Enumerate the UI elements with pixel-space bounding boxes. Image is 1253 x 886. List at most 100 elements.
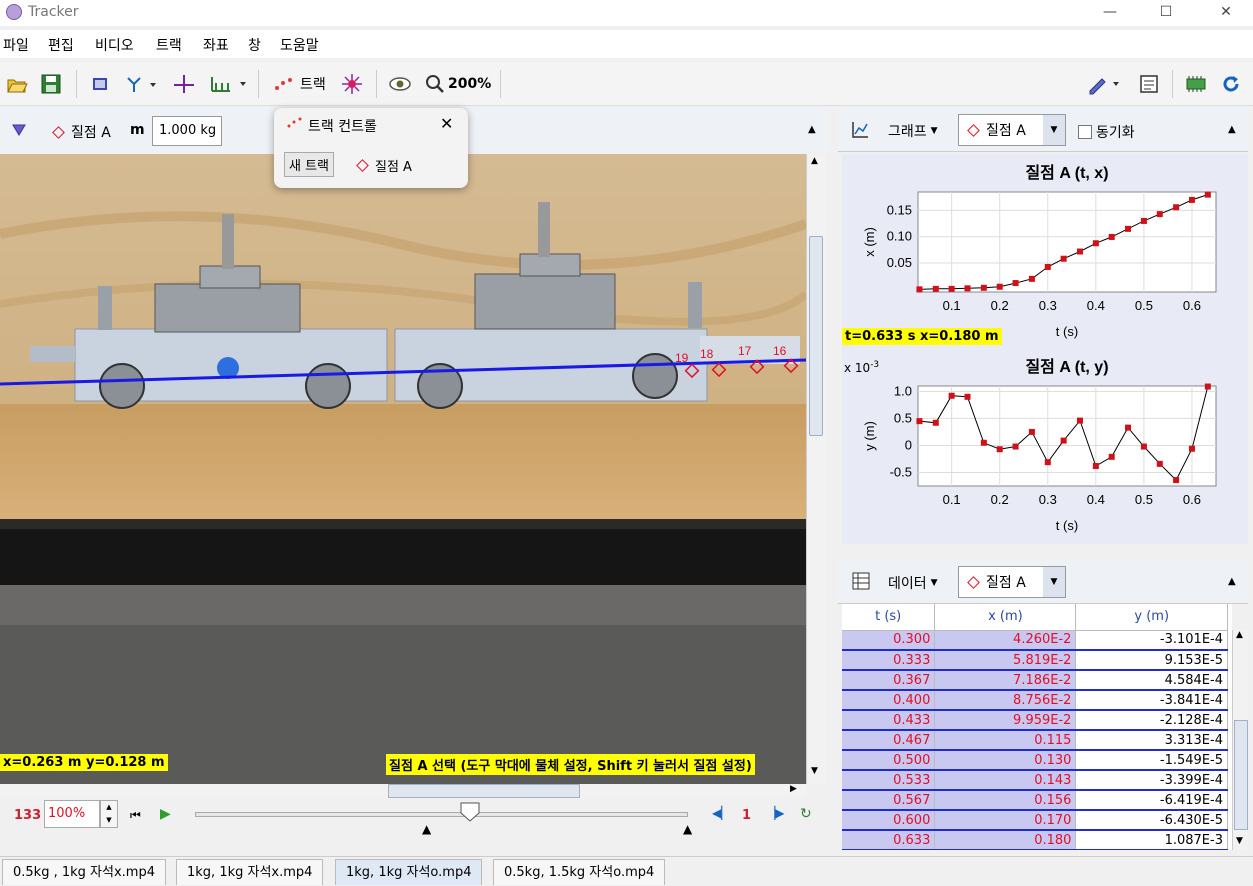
graph-icon[interactable] <box>850 120 870 144</box>
menu-video[interactable]: 비디오 <box>95 35 134 55</box>
data-point[interactable] <box>1012 443 1019 450</box>
cell-x[interactable]: 4.260E-2 <box>934 630 1077 651</box>
cell-x[interactable]: 0.143 <box>934 770 1077 791</box>
table-scrollbar[interactable]: ▲ ▼ <box>1232 630 1248 850</box>
collapse-arrow-icon[interactable]: ▲ <box>1228 576 1236 587</box>
save-icon[interactable] <box>40 72 62 96</box>
data-track-dropdown[interactable]: 질점 A ▼ <box>958 566 1066 598</box>
cell-x[interactable]: 0.115 <box>934 730 1077 751</box>
data-point[interactable] <box>1188 196 1195 203</box>
cell-x[interactable]: 0.180 <box>934 830 1077 850</box>
data-point[interactable] <box>1092 240 1099 247</box>
data-point[interactable] <box>1140 443 1147 450</box>
data-point[interactable] <box>1108 453 1115 460</box>
graph-area[interactable]: 질점 A (t, x) 0.1 0.2 0.3 0.4 0.5 0.6 0.05 0.10 0.1… <box>842 154 1248 544</box>
cell-y[interactable]: 4.584E-4 <box>1075 670 1228 691</box>
cell-y[interactable]: -6.419E-4 <box>1075 790 1228 811</box>
track-item-button[interactable]: 질점 A <box>354 156 412 175</box>
table-row[interactable]: 0.367 7.186E-2 4.584E-4 <box>842 670 1228 691</box>
data-point[interactable] <box>1076 417 1083 424</box>
file-tab-3[interactable]: 1kg, 1kg 자석o.mp4 <box>335 859 483 885</box>
video-horizontal-scrollbar[interactable]: ▶ <box>0 784 806 798</box>
file-tab-1[interactable]: 0.5kg , 1kg 자석x.mp4 <box>2 859 166 885</box>
cell-y[interactable]: -3.101E-4 <box>1075 630 1228 651</box>
auto-tracker-icon[interactable] <box>340 72 364 96</box>
data-point[interactable] <box>1204 191 1211 198</box>
cell-x[interactable]: 9.959E-2 <box>934 710 1077 731</box>
visibility-eye-icon[interactable] <box>388 72 412 96</box>
cell-t[interactable]: 0.533 <box>842 770 936 791</box>
cell-x[interactable]: 0.156 <box>934 790 1077 811</box>
new-track-button[interactable]: 새 트랙 <box>284 152 335 177</box>
cell-y[interactable]: -2.128E-4 <box>1075 710 1228 731</box>
table-row[interactable]: 0.567 0.156 -6.419E-4 <box>842 790 1228 811</box>
cell-x[interactable]: 5.819E-2 <box>934 650 1077 671</box>
menu-coords[interactable]: 좌표 <box>203 35 229 55</box>
playback-slider[interactable] <box>195 812 688 817</box>
data-point[interactable] <box>916 286 923 293</box>
open-icon[interactable] <box>6 72 28 96</box>
mass-field[interactable]: 1.000 kg <box>152 116 222 146</box>
data-view-dropdown[interactable]: 데이터 ▼ <box>888 573 938 593</box>
data-point[interactable] <box>964 285 971 292</box>
graph-view-dropdown[interactable]: 그래프 ▼ <box>888 121 938 141</box>
data-point[interactable] <box>948 285 955 292</box>
data-point[interactable] <box>1125 225 1132 232</box>
track-menu-icon[interactable] <box>12 124 26 140</box>
data-point[interactable] <box>1173 477 1180 484</box>
data-point[interactable] <box>1140 217 1147 224</box>
cell-t[interactable]: 0.467 <box>842 730 936 751</box>
menu-help[interactable]: 도움말 <box>280 35 319 55</box>
cell-t[interactable]: 0.433 <box>842 710 936 731</box>
cell-y[interactable]: -1.549E-5 <box>1075 750 1228 771</box>
data-point[interactable] <box>1108 233 1115 240</box>
close-button[interactable]: ✕ <box>1203 0 1249 26</box>
table-row[interactable]: 0.400 8.756E-2 -3.841E-4 <box>842 690 1228 711</box>
loop-icon[interactable]: ↻ <box>800 806 812 822</box>
data-point[interactable] <box>1204 383 1211 390</box>
data-point[interactable] <box>996 446 1003 453</box>
zoom-field[interactable]: 100% <box>44 800 100 828</box>
data-point[interactable] <box>1173 204 1180 211</box>
data-point[interactable] <box>980 439 987 446</box>
cell-x[interactable]: 8.756E-2 <box>934 690 1077 711</box>
play-icon[interactable]: ▶ <box>160 806 171 822</box>
data-point[interactable] <box>1028 428 1035 435</box>
data-point[interactable] <box>932 285 939 292</box>
data-point[interactable] <box>996 283 1003 290</box>
go-to-start-icon[interactable]: ⏮ <box>130 808 141 823</box>
pencil-drawing-icon[interactable] <box>1086 72 1122 96</box>
measuring-tools-icon[interactable] <box>208 72 248 96</box>
cell-y[interactable]: 1.087E-3 <box>1075 830 1228 850</box>
maximize-button[interactable]: ☐ <box>1143 0 1189 26</box>
cell-y[interactable]: -3.399E-4 <box>1075 770 1228 791</box>
data-point[interactable] <box>1156 211 1163 218</box>
track-selector[interactable]: 질점 A <box>50 122 111 142</box>
file-tab-4[interactable]: 0.5kg, 1.5kg 자석o.mp4 <box>493 859 666 885</box>
cell-y[interactable]: -6.430E-5 <box>1075 810 1228 831</box>
sync-checkbox[interactable]: 동기화 <box>1078 122 1135 142</box>
cell-y[interactable]: -3.841E-4 <box>1075 690 1228 711</box>
popup-close-icon[interactable]: ✕ <box>440 114 453 133</box>
collapse-arrow-icon[interactable]: ▲ <box>808 124 816 135</box>
table-row[interactable]: 0.500 0.130 -1.549E-5 <box>842 750 1228 771</box>
collapse-arrow-icon[interactable]: ▲ <box>1228 124 1236 135</box>
data-point[interactable] <box>1076 248 1083 255</box>
memory-icon[interactable] <box>1184 72 1208 96</box>
menu-edit[interactable]: 편집 <box>48 35 74 55</box>
minimize-button[interactable]: — <box>1087 0 1133 26</box>
data-point[interactable] <box>1028 275 1035 282</box>
data-point[interactable] <box>1156 460 1163 467</box>
data-point[interactable] <box>1060 437 1067 444</box>
table-row[interactable]: 0.533 0.143 -3.399E-4 <box>842 770 1228 791</box>
end-frame-marker[interactable]: ▲ <box>683 822 692 836</box>
refresh-icon[interactable] <box>1220 72 1242 96</box>
notes-icon[interactable] <box>1138 72 1160 96</box>
data-table[interactable]: t (s) x (m) y (m) 0.300 4.260E-2 -3.101E-4… <box>842 604 1228 850</box>
file-tab-2[interactable]: 1kg, 1kg 자석x.mp4 <box>176 859 324 885</box>
data-point[interactable] <box>964 393 971 400</box>
column-header-t[interactable]: t (s) <box>842 604 936 631</box>
calibration-tools-icon[interactable] <box>124 72 158 96</box>
data-point[interactable] <box>1044 459 1051 466</box>
table-row[interactable]: 0.433 9.959E-2 -2.128E-4 <box>842 710 1228 731</box>
